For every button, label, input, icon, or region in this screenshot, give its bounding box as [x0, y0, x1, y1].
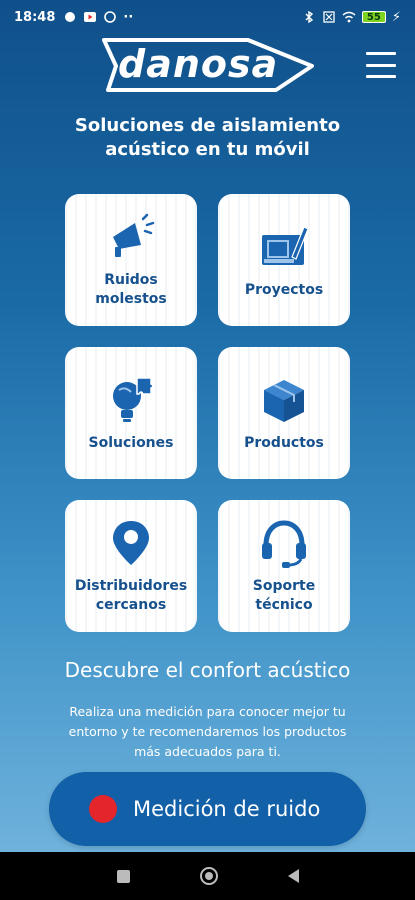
app-screen: 18:48 ·· 55 ⚡ danosa Soluciones de aisla…: [0, 0, 415, 852]
blueprint-icon: [262, 225, 309, 265]
status-time: 18:48: [14, 9, 56, 25]
notification-app-icon: [65, 12, 76, 22]
youtube-icon: [84, 12, 97, 22]
discover-text: Realiza una medición para conocer mejor …: [68, 704, 347, 759]
tile-label: Ruidos molestos: [95, 272, 167, 307]
headline: Soluciones de aislamiento acústico en tu…: [74, 115, 341, 160]
back-button[interactable]: [287, 869, 299, 883]
menu-line-icon: [366, 75, 396, 78]
tile-soporte-tecnico[interactable]: Soporte técnico: [218, 500, 350, 632]
status-bar: 18:48 ·· 55 ⚡: [0, 0, 415, 34]
lightbulb-puzzle-icon: [113, 376, 154, 422]
tile-proyectos[interactable]: Proyectos: [218, 194, 350, 326]
android-nav-bar: [0, 852, 415, 900]
logo-text: danosa: [118, 42, 279, 86]
system-icons: 55 ⚡: [302, 10, 401, 25]
tile-productos[interactable]: Productos: [218, 347, 350, 479]
tile-soluciones[interactable]: Soluciones: [65, 347, 197, 479]
more-notifications-icon: ··: [123, 9, 134, 25]
bluetooth-icon: [305, 10, 313, 24]
tile-label: Soluciones: [88, 434, 174, 451]
tile-label: Soporte técnico: [252, 578, 316, 613]
record-icon: [89, 795, 117, 823]
menu-line-icon: [366, 52, 396, 55]
notification-icons: ··: [63, 10, 133, 25]
discover-title: Descubre el confort acústico: [64, 658, 351, 682]
home-button[interactable]: [199, 867, 218, 885]
tile-ruidos-molestos[interactable]: Ruidos molestos: [65, 194, 197, 326]
location-pin-icon: [113, 521, 149, 565]
charging-icon: ⚡: [391, 9, 401, 25]
tile-distribuidores-cercanos[interactable]: Distribuidores cercanos: [65, 500, 197, 632]
tile-label: Proyectos: [244, 281, 324, 298]
no-sim-icon: [323, 11, 335, 23]
vpn-icon: [104, 11, 117, 23]
box-icon: [264, 379, 304, 422]
wifi-icon: [342, 11, 356, 23]
hamburger-menu-button[interactable]: [366, 52, 396, 78]
headset-icon: [262, 520, 306, 568]
megaphone-icon: [113, 213, 155, 257]
tile-label: Productos: [244, 434, 324, 451]
danosa-logo: danosa: [98, 36, 318, 94]
noise-measurement-button[interactable]: Medición de ruido: [49, 772, 366, 846]
measure-button-label: Medición de ruido: [133, 797, 321, 821]
menu-line-icon: [366, 63, 396, 67]
battery-icon: 55: [361, 11, 386, 23]
tile-label: Distribuidores cercanos: [74, 578, 188, 613]
recent-apps-button[interactable]: [116, 869, 130, 883]
